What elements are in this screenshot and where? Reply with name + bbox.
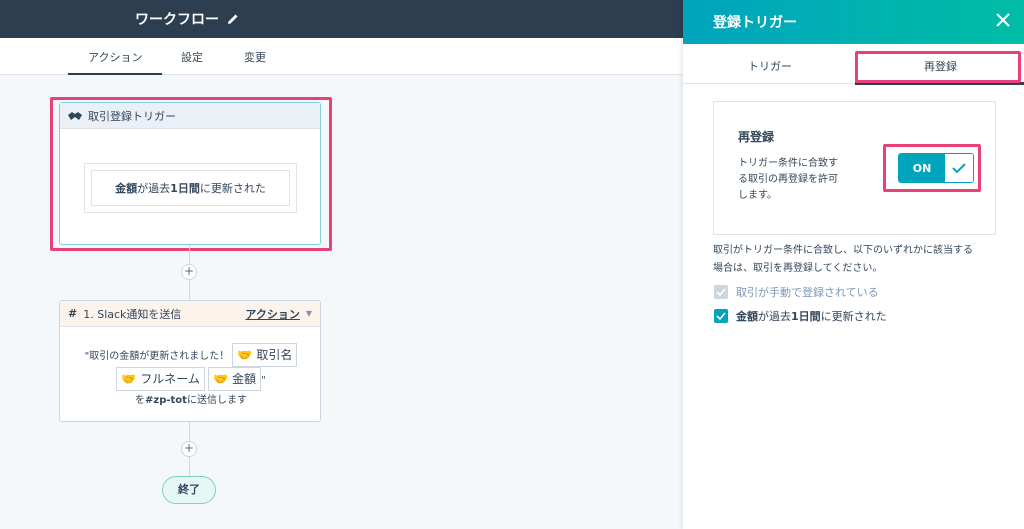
end-node[interactable]: 終了 — [162, 476, 216, 504]
reenroll-tab-highlight — [855, 51, 1021, 83]
pencil-icon[interactable] — [227, 13, 239, 25]
section-title: 再登録 — [738, 130, 775, 144]
workflow-tabs: アクション 設定 変更 — [0, 38, 683, 76]
handshake-icon: 🤝 — [237, 348, 253, 362]
handshake-icon: 🤝 — [121, 372, 137, 386]
add-step-button[interactable]: + — [181, 264, 197, 280]
message-prefix: "取引の金額が更新されました！ — [84, 351, 230, 362]
slack-icon: # — [68, 307, 78, 320]
message-send-suffix: に送信します — [186, 395, 247, 406]
message-line-2: 🤝 フルネーム 🤝 金額 " — [60, 367, 322, 391]
token-label: 金額 — [232, 372, 257, 386]
close-icon[interactable] — [994, 11, 1012, 29]
tab-settings[interactable]: 設定 — [181, 49, 203, 65]
tab-changes[interactable]: 変更 — [244, 49, 266, 65]
checkbox-icon[interactable] — [714, 309, 728, 323]
action-card[interactable]: # 1. Slack通知を送信 アクション ▼ "取引の金額が更新されました！ … — [59, 300, 321, 422]
slack-channel: #zp-tot — [145, 395, 187, 406]
desc-line: トリガー条件に合致す — [738, 158, 838, 169]
action-message: "取引の金額が更新されました！ 🤝 取引名 🤝 フルネーム 🤝 金額 " を#zp-to… — [60, 343, 322, 411]
option-mid: が過去 — [758, 310, 791, 323]
panel-title: 登録トリガー — [713, 15, 797, 31]
desc-line: る取引の再登録を許可 — [738, 174, 838, 185]
caret-down-icon[interactable]: ▼ — [306, 309, 312, 318]
option-label: 金額が過去1日間に更新された — [736, 308, 887, 324]
desc-line: します。 — [738, 190, 777, 201]
connector-line — [189, 280, 190, 300]
side-panel: 登録トリガー トリガー 再登録 再登録 トリガー条件に合致す る取引の再登録を許… — [683, 0, 1024, 529]
checkbox-icon[interactable] — [714, 285, 728, 299]
token-full-name[interactable]: 🤝 フルネーム — [116, 367, 205, 391]
tab-actions[interactable]: アクション — [67, 49, 164, 76]
token-amount[interactable]: 🤝 金額 — [208, 367, 262, 391]
token-label: 取引名 — [256, 348, 293, 362]
workflow-title-text: ワークフロー — [135, 12, 219, 28]
panel-tabs: トリガー 再登録 — [683, 44, 1024, 85]
workflow-title[interactable]: ワークフロー — [135, 9, 239, 29]
option-label: 取引が手動で登録されている — [736, 286, 879, 299]
connector-line — [189, 457, 190, 477]
message-send-prefix: を — [135, 395, 146, 406]
option-manual-enroll[interactable]: 取引が手動で登録されている — [714, 284, 879, 300]
option-field: 金額 — [736, 310, 758, 323]
token-deal-name[interactable]: 🤝 取引名 — [232, 343, 298, 367]
option-end: に更新された — [820, 310, 887, 323]
tab-trigger[interactable]: トリガー — [748, 58, 792, 74]
reenroll-note: 取引がトリガー条件に合致し、以下のいずれかに該当する 場合は、取引を再登録してく… — [713, 242, 973, 278]
toggle-highlight — [883, 144, 981, 192]
message-line-3: を#zp-totに送信します — [60, 391, 322, 411]
section-description: トリガー条件に合致す る取引の再登録を許可 します。 — [738, 156, 838, 204]
add-step-button[interactable]: + — [181, 441, 197, 457]
handshake-icon: 🤝 — [213, 372, 229, 386]
action-type-dropdown[interactable]: アクション — [245, 306, 299, 322]
panel-header: 登録トリガー — [683, 0, 1024, 44]
note-line: 取引がトリガー条件に合致し、以下のいずれかに該当する — [713, 245, 973, 256]
option-amount-updated[interactable]: 金額が過去1日間に更新された — [714, 308, 887, 324]
top-bar: ワークフロー — [0, 0, 683, 38]
token-label: フルネーム — [140, 372, 200, 386]
action-card-header: # 1. Slack通知を送信 アクション ▼ — [60, 301, 320, 327]
workflow-canvas: 取引登録トリガー 金額 が過去 1日間 に更新された + # 1. Slack通知を送… — [0, 75, 683, 529]
action-card-title: 1. Slack通知を送信 — [83, 307, 182, 321]
note-line: 場合は、取引を再登録してください。 — [713, 263, 883, 274]
option-period: 1日間 — [791, 310, 821, 323]
message-line-1: "取引の金額が更新されました！ 🤝 取引名 — [60, 343, 322, 367]
trigger-card-highlight — [50, 97, 332, 251]
message-suffix: " — [261, 375, 266, 386]
